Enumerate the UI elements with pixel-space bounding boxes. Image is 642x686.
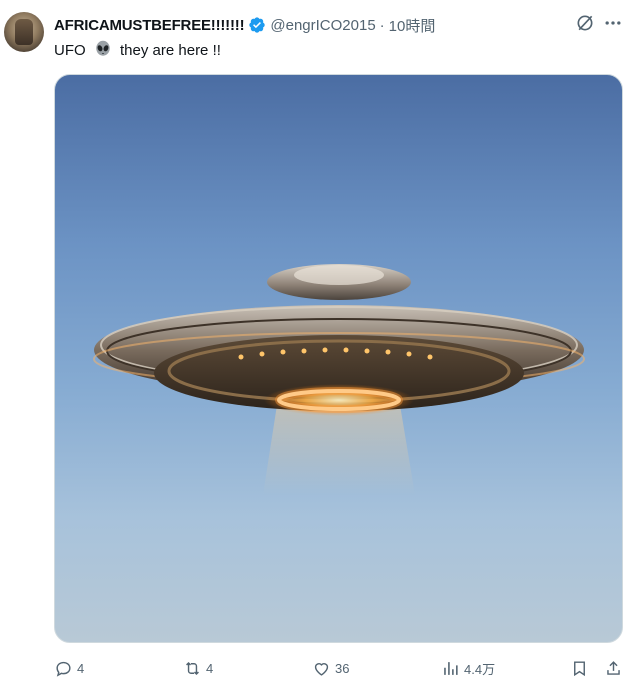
tweet-header: AFRICAMUSTBEFREE!!!!!!! @engrICO2015 · 1… [54,15,435,35]
grok-icon[interactable] [575,13,595,33]
views-icon [444,661,458,675]
reply-count: 4 [77,660,85,676]
ufo-illustration [93,264,585,495]
like-count: 36 [335,660,350,676]
bookmark-button[interactable] [570,656,589,680]
heart-icon [314,662,329,676]
views-count: 4.4万 [464,661,496,677]
verified-badge-icon [249,17,266,33]
tweet-media-image[interactable] [54,74,623,643]
more-dots-icon[interactable] [603,13,623,33]
tweet[interactable]: AFRICAMUSTBEFREE!!!!!!! @engrICO2015 · 1… [0,0,642,686]
share-icon [607,660,620,675]
reply-icon [56,661,71,677]
repost-button[interactable]: 4 [183,656,213,680]
tweet-text-after: they are here !! [120,42,221,59]
tweet-text-before: UFO [54,42,86,59]
share-button[interactable] [604,656,623,680]
like-button[interactable]: 36 [312,656,349,680]
alien-icon [96,40,110,56]
bookmark-icon [574,660,585,676]
action-bar: 4 4 36 4.4万 [0,652,642,686]
display-name[interactable]: AFRICAMUSTBEFREE!!!!!!! [54,17,245,34]
reply-button[interactable]: 4 [54,656,84,680]
tweet-text: UFO they are here !! [54,40,221,61]
separator: · [379,16,385,34]
avatar[interactable] [4,12,44,52]
repost-count: 4 [206,660,214,676]
avatar-fist-graphic [15,19,33,45]
repost-icon [186,661,199,675]
handle[interactable]: @engrICO2015 [270,17,375,34]
timestamp[interactable]: 10時間 [389,15,436,36]
views-button[interactable]: 4.4万 [441,656,495,680]
